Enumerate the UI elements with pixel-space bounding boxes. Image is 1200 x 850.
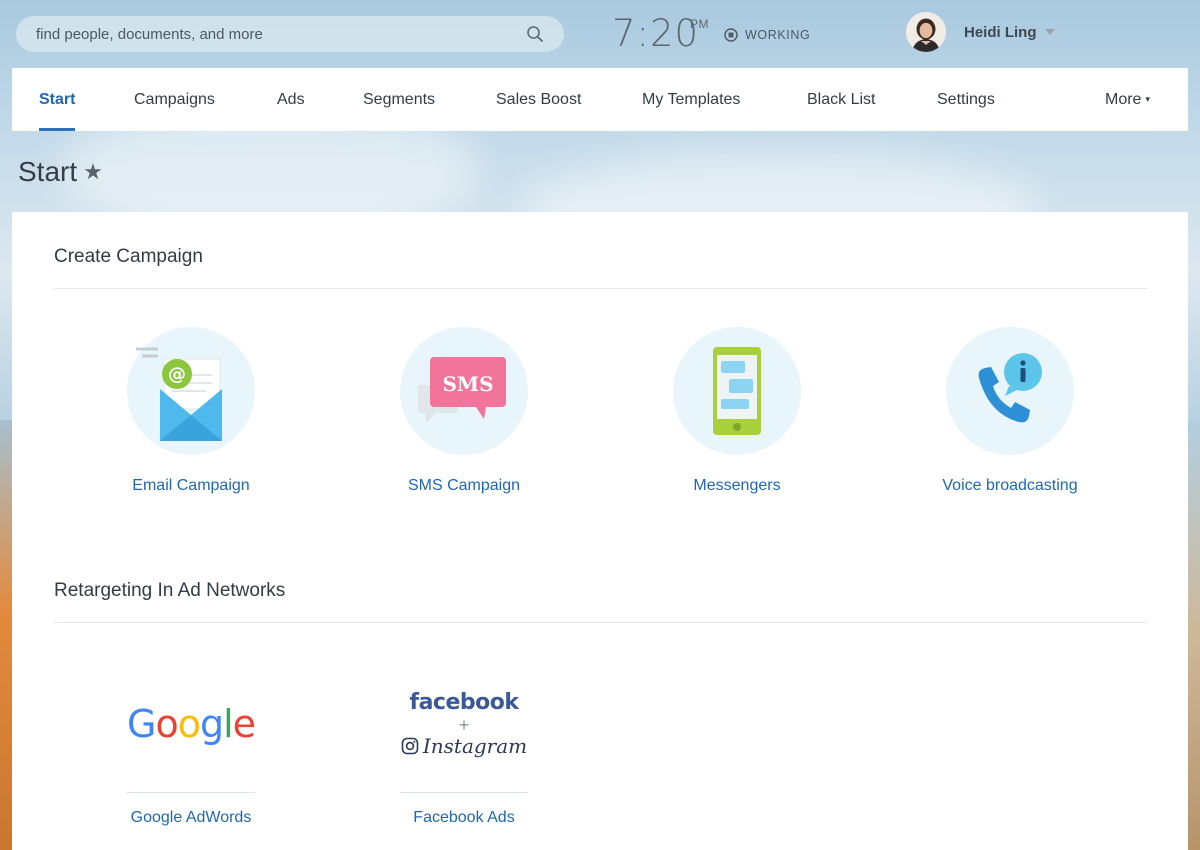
stop-circle-icon <box>724 28 738 42</box>
user-name[interactable]: Heidi Ling <box>964 24 1037 41</box>
chevron-down-icon[interactable] <box>1044 29 1055 35</box>
tile-label[interactable]: Messengers <box>693 477 780 495</box>
nav-tab-segments[interactable]: Segments <box>363 68 435 131</box>
sms-campaign-circle: SMS <box>400 327 528 455</box>
chevron-down-icon: ▾ <box>1145 94 1150 104</box>
main-panel: Create Campaign @ Email Campaign SMS SMS… <box>12 212 1188 850</box>
google-logo-text: Google <box>126 702 256 746</box>
nav-tab-black-list[interactable]: Black List <box>807 68 875 131</box>
tile-underline <box>127 792 255 793</box>
page-title-text: Start <box>18 156 78 187</box>
nav-tab-sales-boost[interactable]: Sales Boost <box>496 68 581 131</box>
email-campaign-circle: @ <box>127 327 255 455</box>
clock-ampm: PM <box>690 17 709 31</box>
nav-more-menu[interactable]: More ▾ <box>1105 68 1150 131</box>
tile-label[interactable]: Voice broadcasting <box>942 477 1077 495</box>
page-title: Start ★ <box>18 152 103 192</box>
section-title-retargeting: Retargeting In Ad Networks <box>54 580 286 601</box>
tile-voice-broadcasting[interactable]: Voice broadcasting <box>895 327 1125 495</box>
svg-text:@: @ <box>168 364 186 385</box>
star-icon[interactable]: ★ <box>83 159 103 185</box>
work-status-label: WORKING <box>745 28 811 42</box>
work-status[interactable]: WORKING <box>724 27 810 43</box>
plus-sign: + <box>458 715 470 736</box>
nav-tab-ads[interactable]: Ads <box>277 68 305 131</box>
top-bar: 7:20 PM WORKING Heidi Ling <box>0 0 1200 68</box>
email-envelope-icon: @ <box>136 347 222 441</box>
tile-label[interactable]: SMS Campaign <box>408 477 520 495</box>
voice-broadcasting-circle <box>946 327 1074 455</box>
sms-badge-text: SMS <box>442 372 493 396</box>
nav-tab-campaigns[interactable]: Campaigns <box>134 68 215 131</box>
sms-bubble-icon: SMS <box>418 357 506 423</box>
instagram-logo: Instagram <box>401 735 527 757</box>
avatar[interactable] <box>906 12 946 52</box>
tile-sms-campaign[interactable]: SMS SMS Campaign <box>349 327 579 495</box>
section-divider <box>54 622 1147 623</box>
user-menu[interactable]: Heidi Ling <box>906 12 1055 52</box>
search-bar[interactable] <box>16 16 564 52</box>
tile-google-adwords[interactable]: Google Google AdWords <box>76 674 306 827</box>
nav-tab-settings[interactable]: Settings <box>937 68 995 131</box>
facebook-instagram-logo: facebook + Instagram <box>400 674 528 774</box>
nav-tab-my-templates[interactable]: My Templates <box>642 68 740 131</box>
voice-phone-icon <box>978 353 1042 423</box>
nav-more-label: More <box>1105 90 1142 108</box>
tile-messengers[interactable]: Messengers <box>622 327 852 495</box>
clock-time: 7:20 <box>612 12 700 55</box>
instagram-icon <box>401 737 419 755</box>
messenger-phone-icon <box>713 347 761 435</box>
facebook-logo-text: facebook <box>409 689 520 715</box>
tile-facebook-ads[interactable]: facebook + Instagram Facebook Ads <box>349 674 579 827</box>
messengers-circle <box>673 327 801 455</box>
section-title-create-campaign: Create Campaign <box>54 246 203 267</box>
google-logo: Google <box>126 674 256 774</box>
main-nav: Start Campaigns Ads Segments Sales Boost… <box>12 68 1188 131</box>
tile-email-campaign[interactable]: @ Email Campaign <box>76 327 306 495</box>
avatar-photo-icon <box>906 12 946 52</box>
search-icon[interactable] <box>526 25 544 43</box>
tile-label[interactable]: Facebook Ads <box>413 809 514 827</box>
search-input[interactable] <box>36 25 526 43</box>
section-divider <box>54 288 1147 289</box>
tile-label[interactable]: Email Campaign <box>132 477 249 495</box>
tile-underline <box>400 792 528 793</box>
tile-label[interactable]: Google AdWords <box>131 809 252 827</box>
nav-tab-start[interactable]: Start <box>39 68 76 131</box>
instagram-logo-text: Instagram <box>422 734 528 759</box>
